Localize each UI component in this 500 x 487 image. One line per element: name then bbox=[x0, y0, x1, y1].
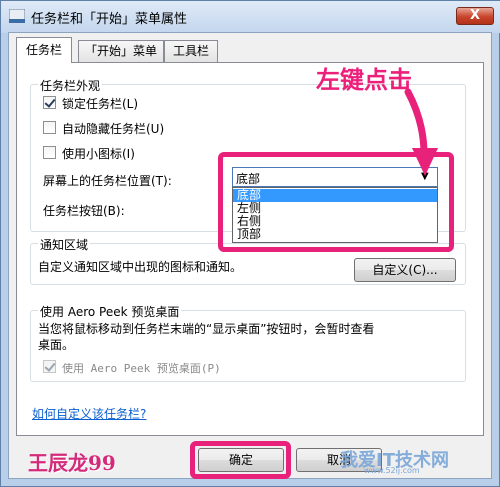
customize-button[interactable]: 自定义(C)... bbox=[354, 258, 456, 282]
taskbar-app-icon bbox=[9, 9, 25, 23]
taskbar-buttons-label: 任务栏按钮(B): bbox=[43, 204, 125, 218]
window-title: 任务栏和「开始」菜单属性 bbox=[31, 12, 188, 27]
close-button[interactable]: X bbox=[456, 7, 494, 25]
ok-highlight-frame bbox=[190, 441, 291, 479]
appearance-group-title: 任务栏外观 bbox=[38, 77, 103, 94]
site-watermark-url: www.52ij.com bbox=[364, 466, 420, 475]
position-label: 屏幕上的任务栏位置(T): bbox=[43, 174, 172, 188]
aero-peek-description-line1: 当您将鼠标移动到任务栏末端的“显示桌面”按钮时，会暂时查看 bbox=[38, 322, 375, 336]
author-watermark: 王辰龙99 bbox=[28, 451, 116, 475]
title-bar: 任务栏和「开始」菜单属性 X bbox=[1, 1, 500, 33]
tab-taskbar[interactable]: 任务栏 bbox=[16, 37, 72, 63]
aero-peek-group-title: 使用 Aero Peek 预览桌面 bbox=[38, 303, 182, 320]
tab-toolbars[interactable]: 工具栏 bbox=[164, 40, 218, 62]
small-icons-checkbox[interactable] bbox=[43, 146, 56, 159]
callout-arrow-icon bbox=[404, 88, 438, 176]
aero-peek-checkbox-label: 使用 Aero Peek 预览桌面(P) bbox=[62, 362, 221, 375]
small-icons-label: 使用小图标(I) bbox=[62, 147, 135, 161]
tab-start-menu[interactable]: 「开始」菜单 bbox=[78, 40, 164, 62]
customize-taskbar-help-link[interactable]: 如何自定义该任务栏? bbox=[32, 405, 146, 422]
lock-taskbar-checkbox[interactable] bbox=[43, 96, 56, 109]
autohide-checkbox[interactable] bbox=[43, 121, 56, 134]
aero-peek-checkbox[interactable] bbox=[43, 360, 56, 373]
notification-group-title: 通知区域 bbox=[38, 236, 91, 253]
notification-description: 自定义通知区域中出现的图标和通知。 bbox=[38, 260, 243, 274]
lock-taskbar-label: 锁定任务栏(L) bbox=[62, 97, 139, 111]
aero-peek-description-line2: 桌面。 bbox=[38, 338, 75, 352]
autohide-label: 自动隐藏任务栏(U) bbox=[62, 122, 165, 136]
